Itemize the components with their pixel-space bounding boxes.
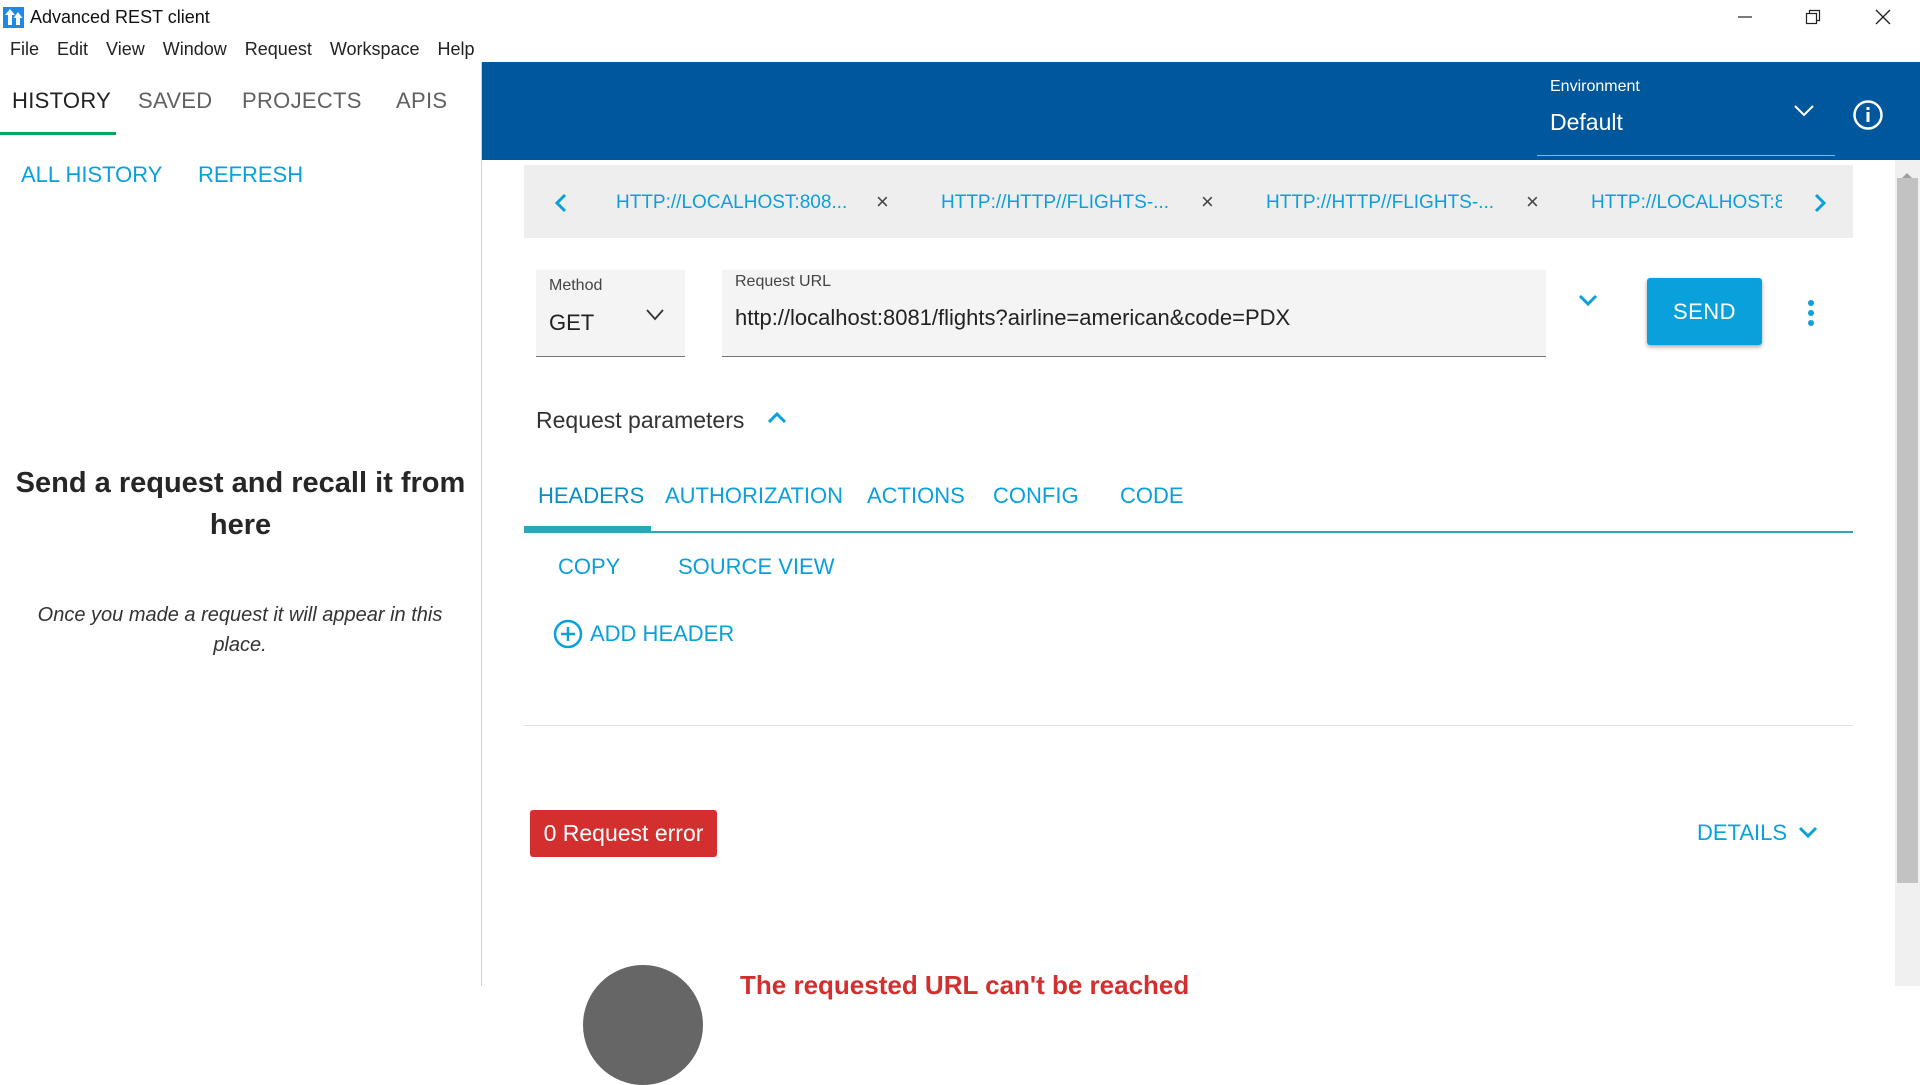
tabs-scroll-right-icon[interactable]: [1813, 193, 1827, 218]
request-error-badge: 0 Request error: [530, 810, 717, 857]
tab-headers[interactable]: HEADERS: [538, 483, 644, 509]
environment-selector[interactable]: Default: [1550, 109, 1623, 136]
url-input[interactable]: http://localhost:8081/flights?airline=am…: [735, 305, 1290, 331]
more-options-icon[interactable]: [1807, 299, 1815, 332]
request-tab-4[interactable]: HTTP://LOCALHOST:8: [1591, 192, 1782, 214]
environment-label: Environment: [1550, 78, 1640, 95]
minimize-button[interactable]: [1710, 0, 1780, 34]
menu-request[interactable]: Request: [236, 34, 321, 62]
details-button[interactable]: DETAILS: [1697, 820, 1787, 846]
menu-file[interactable]: File: [0, 34, 48, 62]
request-tab-1[interactable]: HTTP://LOCALHOST:808...: [616, 192, 848, 214]
active-tab-indicator: [0, 132, 116, 135]
title-bar: [0, 0, 1920, 34]
tab-saved[interactable]: SAVED: [138, 88, 212, 114]
request-parameters-title[interactable]: Request parameters: [536, 407, 744, 434]
method-label: Method: [549, 277, 603, 294]
menu-view[interactable]: View: [97, 34, 154, 62]
chevron-down-icon[interactable]: [1793, 104, 1815, 123]
minimize-icon: [1738, 16, 1752, 18]
tab-apis[interactable]: APIS: [396, 88, 447, 114]
scrollbar-thumb[interactable]: [1897, 178, 1918, 883]
method-value[interactable]: GET: [549, 310, 594, 336]
url-options-chevron-icon[interactable]: [1578, 294, 1598, 313]
close-tab-3-icon[interactable]: ×: [1526, 189, 1539, 215]
empty-state-title: Send a request and recall it from here: [15, 467, 466, 541]
tab-code[interactable]: CODE: [1120, 483, 1184, 509]
url-label: Request URL: [735, 273, 832, 290]
tabs-scroll-left-icon[interactable]: [554, 193, 568, 218]
menu-help[interactable]: Help: [429, 34, 484, 62]
close-icon: [1875, 9, 1891, 25]
app-header: [482, 62, 1920, 160]
details-chevron-down-icon[interactable]: [1798, 826, 1818, 845]
source-view-button[interactable]: SOURCE VIEW: [678, 554, 834, 580]
error-illustration-icon: [583, 965, 703, 1085]
tabs-underline: [524, 531, 1853, 533]
all-history-button[interactable]: ALL HISTORY: [21, 162, 162, 188]
menu-bar: File Edit View Window Request Workspace …: [0, 34, 484, 62]
info-icon[interactable]: [1852, 99, 1884, 136]
request-tab-3[interactable]: HTTP://HTTP//FLIGHTS-...: [1266, 192, 1498, 214]
collapse-chevron-up-icon[interactable]: [767, 410, 787, 429]
menu-window[interactable]: Window: [154, 34, 236, 62]
close-window-button[interactable]: [1848, 0, 1918, 34]
tab-authorization[interactable]: AUTHORIZATION: [665, 483, 843, 509]
app-logo-icon: [3, 7, 24, 28]
tab-history[interactable]: HISTORY: [12, 88, 111, 114]
section-divider: [524, 725, 1853, 726]
close-tab-1-icon[interactable]: ×: [876, 189, 889, 215]
tab-config[interactable]: CONFIG: [993, 483, 1079, 509]
refresh-button[interactable]: REFRESH: [198, 162, 303, 188]
active-tab-indicator: [524, 526, 651, 531]
close-tab-2-icon[interactable]: ×: [1201, 189, 1214, 215]
tab-actions[interactable]: ACTIONS: [867, 483, 965, 509]
window-title: Advanced REST client: [30, 7, 210, 27]
add-header-button[interactable]: ADD HEADER: [553, 616, 734, 652]
restore-icon: [1805, 9, 1821, 25]
empty-state-text: Once you made a request it will appear i…: [37, 604, 443, 656]
menu-edit[interactable]: Edit: [48, 34, 97, 62]
copy-headers-button[interactable]: COPY: [558, 554, 620, 580]
add-header-label: ADD HEADER: [590, 621, 735, 646]
method-dropdown-icon[interactable]: [645, 308, 665, 327]
menu-workspace[interactable]: Workspace: [321, 34, 429, 62]
add-circle-icon: [553, 619, 583, 649]
tab-projects[interactable]: PROJECTS: [242, 88, 362, 114]
send-button[interactable]: SEND: [1647, 278, 1762, 345]
request-tab-2[interactable]: HTTP://HTTP//FLIGHTS-...: [941, 192, 1173, 214]
restore-button[interactable]: [1778, 0, 1848, 34]
environment-underline: [1537, 155, 1835, 156]
